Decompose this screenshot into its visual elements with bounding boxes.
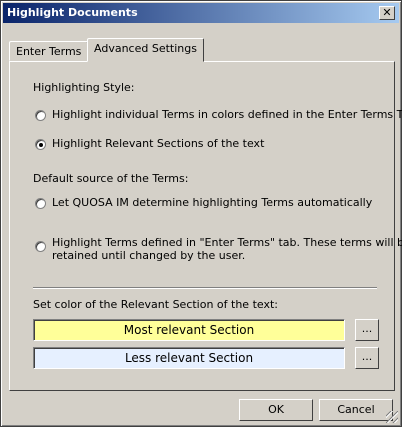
radio-quosa-automatic[interactable] [35, 198, 46, 209]
resize-grip-icon[interactable] [386, 411, 398, 423]
radio-highlight-relevant-sections[interactable] [35, 139, 46, 150]
highlight-documents-dialog: Highlight Documents ✕ Enter Terms Advanc… [0, 0, 402, 427]
radio-highlight-individual-terms[interactable] [35, 110, 46, 121]
tab-enter-terms[interactable]: Enter Terms [9, 41, 89, 61]
color-section-heading: Set color of the Relevant Section of the… [33, 298, 278, 311]
default-source-heading: Default source of the Terms: [33, 172, 189, 185]
cancel-button[interactable]: Cancel [319, 399, 393, 421]
less-relevant-color-swatch: Less relevant Section [33, 347, 345, 369]
tab-advanced-settings[interactable]: Advanced Settings [87, 38, 204, 62]
most-relevant-color-swatch: Most relevant Section [33, 319, 345, 341]
radio-label-highlight-relevant-sections[interactable]: Highlight Relevant Sections of the text [52, 137, 264, 150]
window-title: Highlight Documents [7, 6, 138, 19]
radio-label-user-defined-terms-line2[interactable]: retained until changed by the user. [52, 249, 245, 262]
radio-user-defined-terms[interactable] [35, 241, 46, 252]
less-relevant-color-picker-button[interactable]: ... [355, 347, 379, 369]
close-button[interactable]: ✕ [379, 6, 395, 20]
radio-label-highlight-individual-terms[interactable]: Highlight individual Terms in colors def… [52, 108, 402, 121]
highlighting-style-heading: Highlighting Style: [33, 81, 135, 94]
radio-label-user-defined-terms-line1[interactable]: Highlight Terms defined in "Enter Terms"… [52, 236, 402, 249]
title-bar[interactable]: Highlight Documents ✕ [3, 3, 399, 23]
most-relevant-color-picker-button[interactable]: ... [355, 319, 379, 341]
ok-button[interactable]: OK [239, 399, 313, 421]
radio-label-quosa-automatic[interactable]: Let QUOSA IM determine highlighting Term… [52, 196, 372, 209]
section-divider [33, 287, 377, 289]
